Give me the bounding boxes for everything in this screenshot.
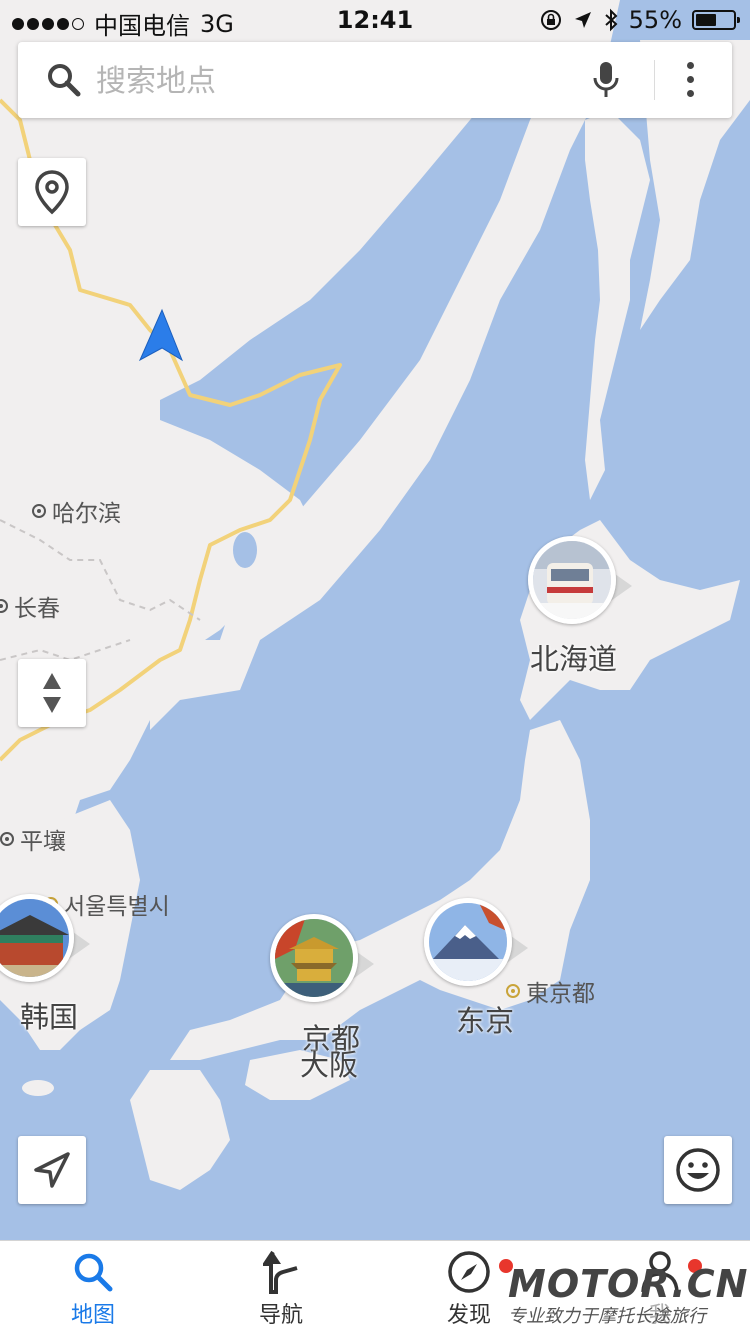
label-osaka[interactable]: 大阪 [300,1042,358,1084]
city-dot-icon [32,504,46,518]
city-dot-icon [0,832,14,846]
mount-fuji-photo [424,898,512,986]
more-options-icon[interactable] [678,62,702,97]
microphone-icon[interactable] [592,60,620,100]
city-label-changchun[interactable]: 长春 [0,589,60,623]
up-down-arrows-icon [43,673,61,713]
tab-map[interactable]: 地图 [33,1249,153,1329]
smiley-icon [676,1148,720,1192]
poi-kyoto-osaka[interactable] [270,914,400,1014]
location-pin-button[interactable] [18,158,86,226]
turn-arrow-icon [263,1250,298,1294]
status-bar: 中国电信 3G 12:41 55% [0,0,750,40]
hokkaido-train-photo [528,536,616,624]
search-bar [18,42,732,118]
location-pin-icon [35,170,69,215]
label-hokkaido[interactable]: 北海道 [530,636,617,678]
city-dot-icon [0,599,8,613]
korea-palace-photo [0,894,74,982]
compass-icon [448,1251,490,1293]
search-icon [74,1253,113,1292]
battery-percent: 55% [628,6,682,34]
search-icon [48,64,81,97]
label-tokyo[interactable]: 东京 [456,998,514,1040]
poi-tokyo[interactable] [424,898,554,998]
bluetooth-icon [604,8,618,32]
rotation-lock-icon [540,10,561,30]
location-services-icon [574,12,591,28]
tab-navigation[interactable]: 导航 [221,1249,341,1329]
compass-tilt-button[interactable] [18,659,86,727]
kyoto-temple-photo [270,914,358,1002]
city-label-pyongyang[interactable]: 平壤 [0,822,66,856]
poi-korea[interactable] [0,894,116,994]
city-label-harbin[interactable]: 哈尔滨 [32,494,121,528]
navigation-arrow-icon [34,1152,70,1188]
search-input[interactable] [94,58,578,104]
search-divider [654,60,655,100]
poi-hokkaido[interactable] [528,536,658,636]
battery-icon [692,10,740,30]
watermark: MOTOR.CN 专业致力于摩托长途旅行 [508,1262,750,1334]
label-korea[interactable]: 韩国 [20,994,78,1036]
smiley-button[interactable] [664,1136,732,1204]
my-location-button[interactable] [18,1136,86,1204]
watermark-logo: MOTOR.CN [508,1262,749,1306]
